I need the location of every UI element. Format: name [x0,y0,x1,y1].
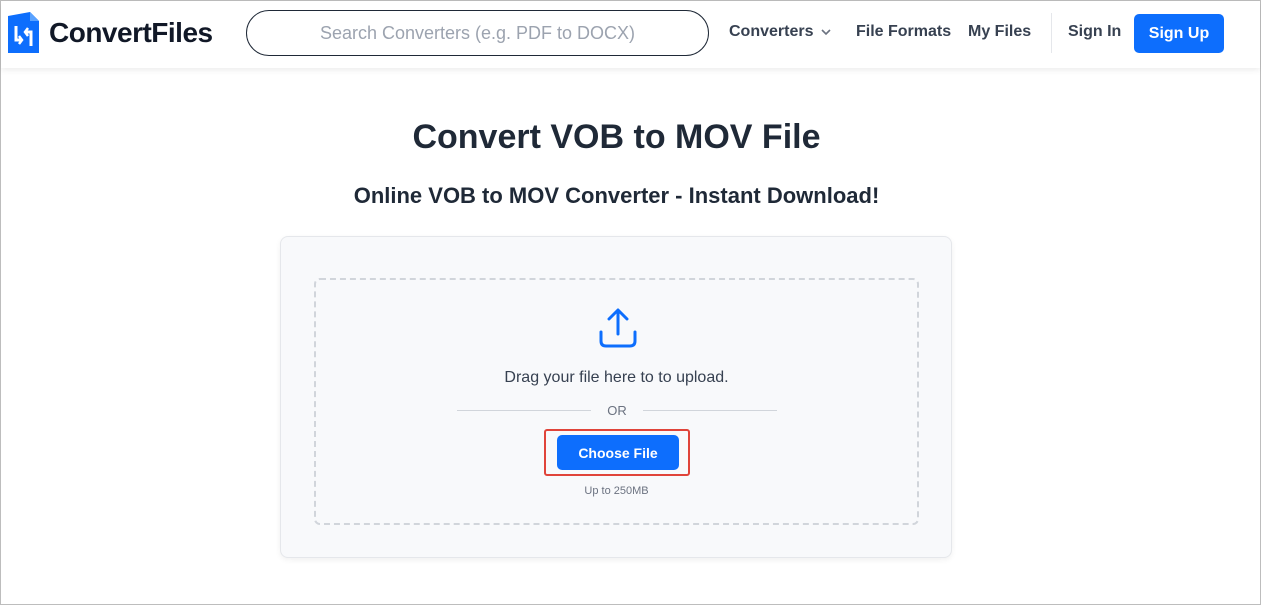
page: ConvertFiles Converters File Formats My … [0,0,1261,605]
upload-icon [599,308,637,348]
logo-icon [8,12,39,53]
drag-instruction: Drag your file here to to upload. [504,369,729,386]
brand-logo[interactable]: ConvertFiles [8,12,213,53]
nav-file-formats-label: File Formats [856,23,952,40]
sign-up-label: Sign Up [1148,24,1210,42]
page-subtitle: Online VOB to MOV Converter - Instant Do… [353,183,880,208]
or-separator: OR [457,402,777,418]
nav-file-formats[interactable]: File Formats [856,23,951,41]
nav-converters-label: Converters [729,23,814,40]
or-line-left [457,409,592,411]
sign-in-label: Sign In [1068,23,1122,40]
file-dropzone[interactable]: Drag your file here to to upload. OR Cho… [314,278,919,525]
top-navbar: ConvertFiles Converters File Formats My … [1,1,1260,68]
brand-name: ConvertFiles [49,16,213,48]
search-box[interactable] [246,10,709,56]
sign-up-button[interactable]: Sign Up [1134,14,1224,53]
file-size-limit: Up to 250MB [584,485,649,497]
search-input[interactable] [247,22,708,44]
nav-converters[interactable]: Converters [729,23,832,41]
nav-divider [1051,13,1052,53]
nav-my-files-label: My Files [968,23,1032,40]
choose-file-highlight: Choose File [544,429,690,476]
choose-file-label: Choose File [578,444,658,461]
or-label: OR [607,402,627,418]
sign-in-link[interactable]: Sign In [1068,23,1121,41]
or-line-right [642,409,777,411]
page-title: Convert VOB to MOV File [412,118,821,156]
choose-file-button[interactable]: Choose File [557,435,679,470]
chevron-down-icon [821,29,832,36]
upload-card: Drag your file here to to upload. OR Cho… [280,236,952,558]
nav-my-files[interactable]: My Files [968,23,1031,41]
